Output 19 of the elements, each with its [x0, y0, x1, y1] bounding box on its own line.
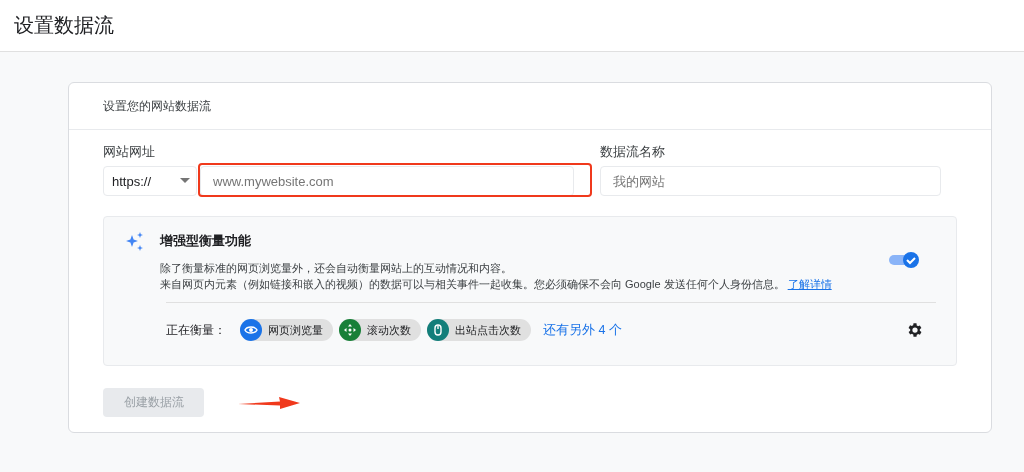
- stream-name-field[interactable]: 我的网站: [600, 166, 941, 196]
- description-text: 除了衡量标准的网页浏览量外，还会自动衡量网站上的互动情况和内容。: [160, 261, 513, 276]
- section-title: 增强型衡量功能: [160, 233, 252, 250]
- description-text: 来自网页内元素（例如链接和嵌入的视频）的数据可以与相关事件一起收集。您必须确保不会向 Google 发送任何个人身份信息。 了解详情: [160, 277, 833, 292]
- settings-icon[interactable]: [906, 321, 924, 339]
- field-label: 数据流名称: [600, 145, 665, 159]
- measurement-chip: 网页浏览量: [240, 319, 333, 341]
- more-link[interactable]: 还有另外 4 个: [543, 321, 622, 339]
- protocol-dropdown[interactable]: https://: [103, 166, 197, 196]
- url-field[interactable]: www.mywebsite.com: [200, 166, 574, 196]
- toggle-switch[interactable]: [888, 251, 920, 269]
- page-title: 设置数据流: [14, 13, 114, 38]
- card-heading: 设置您的网站数据流: [103, 99, 211, 113]
- learn-more-link[interactable]: 了解详情: [787, 278, 832, 290]
- measurement-chip: 出站点击次数: [427, 319, 531, 341]
- measurement-chip: 滚动次数: [339, 319, 421, 341]
- field-label: 网站网址: [103, 145, 155, 159]
- measuring-label: 正在衡量：: [166, 321, 226, 339]
- caret-icon: [180, 178, 190, 184]
